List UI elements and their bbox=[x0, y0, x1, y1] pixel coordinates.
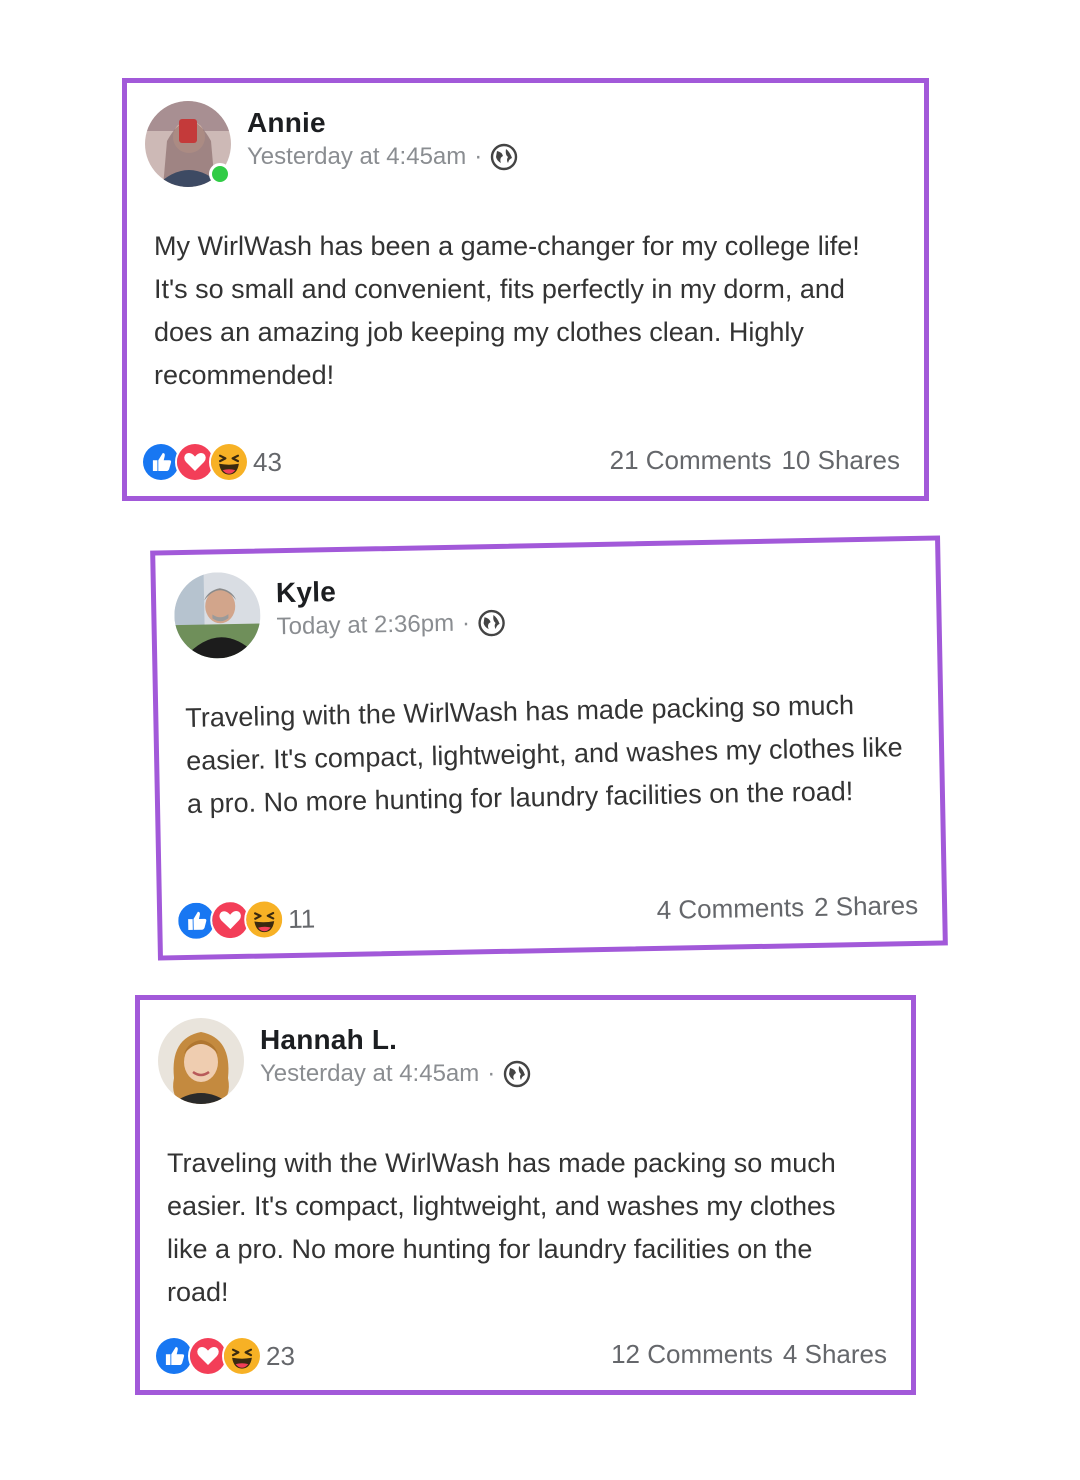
author-name[interactable]: Hannah L. bbox=[260, 1024, 397, 1056]
avatar[interactable] bbox=[173, 571, 262, 660]
globe-icon[interactable] bbox=[490, 143, 518, 171]
shares-link[interactable]: 2 Shares bbox=[814, 890, 919, 923]
reaction-count: 11 bbox=[287, 903, 316, 934]
globe-icon[interactable] bbox=[503, 1060, 531, 1088]
post-stats: 21 Comments 10 Shares bbox=[610, 445, 900, 476]
post-card: Annie Yesterday at 4:45am · My WirlWash … bbox=[122, 78, 929, 501]
post-text: Traveling with the WirlWash has made pac… bbox=[167, 1148, 836, 1307]
reactions-summary[interactable]: 23 bbox=[154, 1336, 295, 1376]
separator: · bbox=[461, 609, 471, 637]
avatar[interactable] bbox=[158, 1018, 244, 1104]
reactions-summary[interactable]: 43 bbox=[141, 442, 282, 482]
timestamp[interactable]: Today at 2:36pm bbox=[276, 610, 454, 641]
post-text: Traveling with the WirlWash has made pac… bbox=[185, 690, 903, 819]
post-card: Kyle Today at 2:36pm · Traveling with th… bbox=[150, 535, 948, 961]
shares-link[interactable]: 4 Shares bbox=[783, 1339, 887, 1370]
post-stats: 4 Comments 2 Shares bbox=[656, 890, 918, 926]
haha-icon bbox=[209, 442, 249, 482]
comments-link[interactable]: 21 Comments bbox=[610, 445, 772, 476]
timestamp[interactable]: Yesterday at 4:45am bbox=[247, 143, 466, 171]
separator: · bbox=[474, 143, 483, 170]
timestamp[interactable]: Yesterday at 4:45am bbox=[260, 1060, 479, 1088]
comments-link[interactable]: 12 Comments bbox=[611, 1339, 773, 1370]
post-text: My WirlWash has been a game-changer for … bbox=[154, 231, 860, 390]
reaction-count: 43 bbox=[253, 446, 282, 477]
post-meta: Yesterday at 4:45am · bbox=[260, 1060, 531, 1088]
shares-link[interactable]: 10 Shares bbox=[781, 445, 900, 476]
separator: · bbox=[487, 1060, 496, 1087]
author-name[interactable]: Kyle bbox=[276, 576, 337, 609]
author-name[interactable]: Annie bbox=[247, 107, 326, 139]
globe-icon[interactable] bbox=[478, 609, 507, 638]
post-meta: Today at 2:36pm · bbox=[276, 609, 506, 641]
post-card: Hannah L. Yesterday at 4:45am · Travelin… bbox=[135, 995, 916, 1395]
reaction-count: 23 bbox=[266, 1340, 295, 1371]
post-meta: Yesterday at 4:45am · bbox=[247, 143, 518, 171]
haha-icon bbox=[243, 899, 285, 940]
online-status-dot bbox=[209, 163, 231, 185]
haha-icon bbox=[222, 1336, 262, 1376]
post-stats: 12 Comments 4 Shares bbox=[611, 1339, 887, 1370]
reactions-summary[interactable]: 11 bbox=[175, 899, 316, 942]
avatar[interactable] bbox=[145, 101, 231, 187]
comments-link[interactable]: 4 Comments bbox=[656, 892, 804, 926]
